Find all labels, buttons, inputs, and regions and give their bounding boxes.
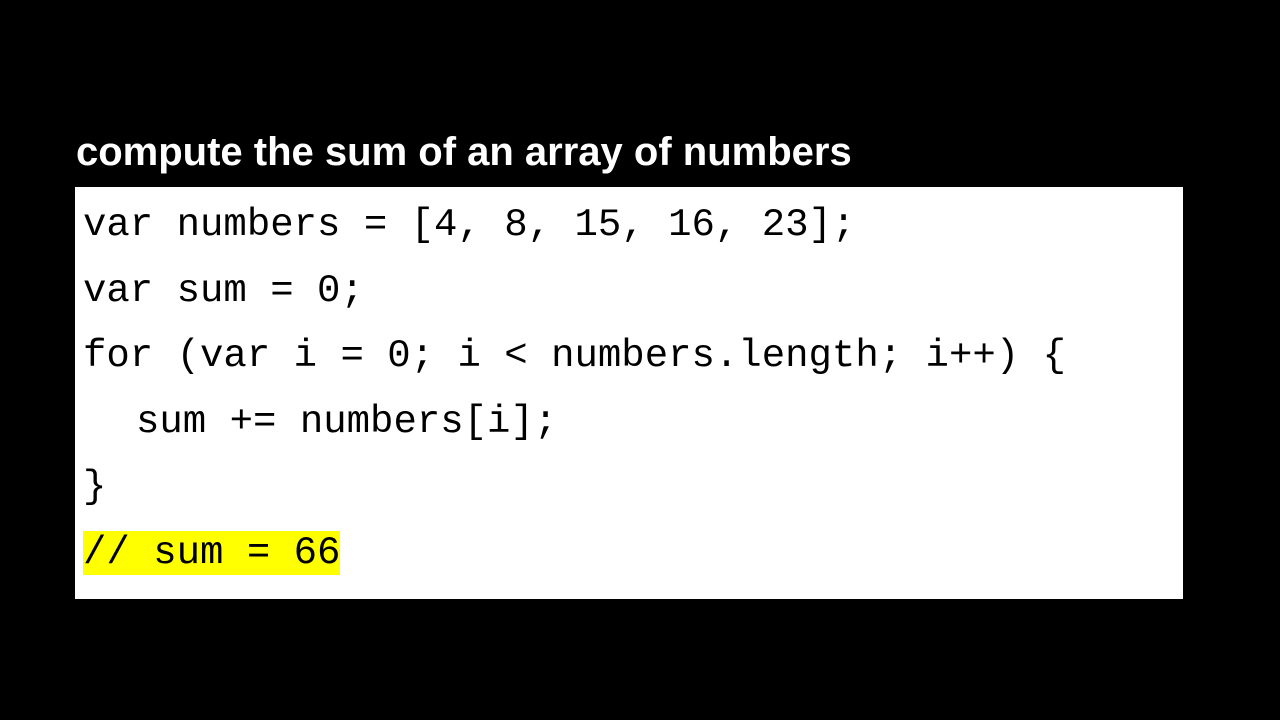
code-line-2: var sum = 0;: [83, 268, 364, 313]
code-line-6-comment: // sum = 66: [83, 521, 1183, 587]
code-block: var numbers = [4, 8, 15, 16, 23]; var su…: [75, 187, 1183, 599]
code-line-4: sum += numbers[i];: [136, 399, 558, 444]
code-line-5: }: [83, 465, 107, 509]
code-line-3: for (var i = 0; i < numbers.length; i++)…: [83, 334, 1066, 378]
slide: compute the sum of an array of numbers v…: [0, 0, 1280, 720]
highlighted-result-comment: // sum = 66: [83, 530, 341, 575]
code-line-1: var numbers = [4, 8, 15, 16, 23];: [83, 203, 856, 247]
slide-title: compute the sum of an array of numbers: [76, 130, 852, 174]
